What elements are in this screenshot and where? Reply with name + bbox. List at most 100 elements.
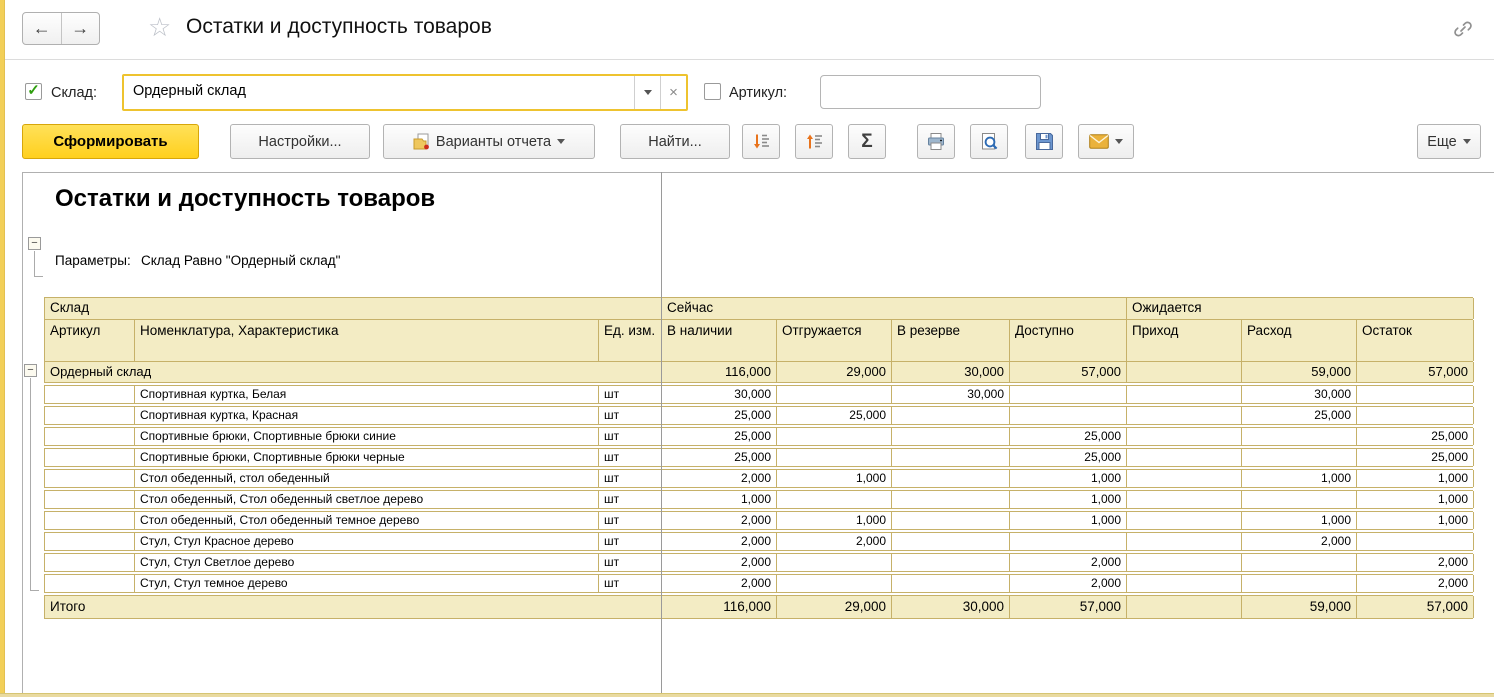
value-cell[interactable]: 2,000 <box>1010 554 1127 571</box>
value-cell[interactable] <box>1127 449 1242 466</box>
artikul-cell[interactable] <box>45 575 135 592</box>
value-cell[interactable] <box>892 512 1010 529</box>
value-cell[interactable] <box>1127 428 1242 445</box>
group-header-cell[interactable]: Склад <box>45 298 662 319</box>
save-button[interactable] <box>1025 124 1063 159</box>
table-row[interactable]: Стол обеденный, Стол обеденный темное де… <box>44 511 1474 530</box>
value-cell[interactable] <box>1357 533 1474 550</box>
get-link-icon[interactable] <box>1452 18 1474 45</box>
value-cell[interactable]: 25,000 <box>777 407 892 424</box>
column-header-cell[interactable]: Приход <box>1127 320 1242 361</box>
artikul-cell[interactable] <box>45 407 135 424</box>
value-cell[interactable]: 25,000 <box>1010 428 1127 445</box>
group-value-cell[interactable]: 29,000 <box>777 362 892 382</box>
value-cell[interactable] <box>892 428 1010 445</box>
value-cell[interactable]: 25,000 <box>662 449 777 466</box>
value-cell[interactable]: 1,000 <box>1242 512 1357 529</box>
value-cell[interactable] <box>1010 533 1127 550</box>
find-button[interactable]: Найти... <box>620 124 730 159</box>
table-row[interactable]: Спортивная куртка, Белая шт 30,000 30,000 30… <box>44 385 1474 404</box>
warehouse-combobox[interactable]: Ордерный склад × <box>122 74 688 111</box>
group-value-cell[interactable] <box>1127 362 1242 382</box>
table-row[interactable]: Спортивные брюки, Спортивные брюки синие… <box>44 427 1474 446</box>
value-cell[interactable] <box>1242 428 1357 445</box>
nomenclature-cell[interactable]: Стул, Стул темное дерево <box>135 575 599 592</box>
value-cell[interactable]: 1,000 <box>1357 512 1474 529</box>
value-cell[interactable]: 2,000 <box>662 554 777 571</box>
value-cell[interactable] <box>1357 407 1474 424</box>
value-cell[interactable] <box>777 449 892 466</box>
value-cell[interactable] <box>777 428 892 445</box>
total-row[interactable]: Итого 116,000 29,000 30,000 57,000 59,000 57,0… <box>44 595 1474 619</box>
table-row[interactable]: Спортивная куртка, Красная шт 25,000 25,000… <box>44 406 1474 425</box>
artikul-cell[interactable] <box>45 512 135 529</box>
artikul-cell[interactable] <box>45 428 135 445</box>
send-mail-button[interactable] <box>1078 124 1134 159</box>
warehouse-clear-button[interactable]: × <box>660 76 686 109</box>
group-value-cell[interactable]: 116,000 <box>662 362 777 382</box>
warehouse-filter-checkbox[interactable]: ✓ <box>25 83 42 100</box>
table-row[interactable]: Стул, Стул Светлое дерево шт 2,000 2,000 2,0… <box>44 553 1474 572</box>
column-header-cell[interactable]: Расход <box>1242 320 1357 361</box>
back-button[interactable]: ← <box>23 13 61 44</box>
value-cell[interactable] <box>1010 386 1127 403</box>
nomenclature-cell[interactable]: Спортивная куртка, Белая <box>135 386 599 403</box>
value-cell[interactable]: 25,000 <box>1242 407 1357 424</box>
value-cell[interactable] <box>777 575 892 592</box>
nomenclature-cell[interactable]: Стул, Стул Красное дерево <box>135 533 599 550</box>
value-cell[interactable]: 25,000 <box>1357 428 1474 445</box>
sum-button[interactable]: Σ <box>848 124 886 159</box>
value-cell[interactable] <box>1127 512 1242 529</box>
unit-cell[interactable]: шт <box>599 386 662 403</box>
value-cell[interactable] <box>892 470 1010 487</box>
group-value-cell[interactable]: 57,000 <box>1010 362 1127 382</box>
sort-ascending-button[interactable] <box>795 124 833 159</box>
report-variants-button[interactable]: Варианты отчета <box>383 124 595 159</box>
unit-cell[interactable]: шт <box>599 533 662 550</box>
value-cell[interactable]: 25,000 <box>1357 449 1474 466</box>
value-cell[interactable] <box>1010 407 1127 424</box>
artikul-cell[interactable] <box>45 449 135 466</box>
artikul-filter-checkbox[interactable] <box>704 83 721 100</box>
unit-cell[interactable]: шт <box>599 407 662 424</box>
unit-cell[interactable]: шт <box>599 428 662 445</box>
value-cell[interactable]: 2,000 <box>662 512 777 529</box>
total-value-cell[interactable]: 116,000 <box>662 596 777 618</box>
value-cell[interactable] <box>1127 491 1242 508</box>
value-cell[interactable] <box>1127 554 1242 571</box>
warehouse-combobox-value[interactable]: Ордерный склад <box>124 76 634 109</box>
value-cell[interactable] <box>1357 386 1474 403</box>
value-cell[interactable] <box>1127 407 1242 424</box>
table-group-header-row[interactable]: Склад Сейчас Ожидается <box>44 297 1474 319</box>
total-value-cell[interactable]: 57,000 <box>1357 596 1474 618</box>
value-cell[interactable] <box>1127 386 1242 403</box>
table-row[interactable]: Стул, Стул темное дерево шт 2,000 2,000 2,00… <box>44 574 1474 593</box>
column-header-cell[interactable]: В наличии <box>662 320 777 361</box>
group-header-cell[interactable]: Сейчас <box>662 298 1127 319</box>
artikul-cell[interactable] <box>45 554 135 571</box>
preview-button[interactable] <box>970 124 1008 159</box>
total-label-cell[interactable]: Итого <box>45 596 662 618</box>
nomenclature-cell[interactable]: Спортивные брюки, Спортивные брюки синие <box>135 428 599 445</box>
generate-report-button[interactable]: Сформировать <box>22 124 199 159</box>
value-cell[interactable]: 25,000 <box>662 407 777 424</box>
report-expander[interactable]: − <box>28 237 41 250</box>
value-cell[interactable]: 2,000 <box>777 533 892 550</box>
value-cell[interactable]: 1,000 <box>1010 491 1127 508</box>
nomenclature-cell[interactable]: Стул, Стул Светлое дерево <box>135 554 599 571</box>
table-column-header-row[interactable]: Артикул Номенклатура, Характеристика Ед. и… <box>44 319 1474 361</box>
value-cell[interactable]: 2,000 <box>662 533 777 550</box>
value-cell[interactable]: 2,000 <box>1357 575 1474 592</box>
artikul-input[interactable] <box>820 75 1041 109</box>
print-button[interactable] <box>917 124 955 159</box>
value-cell[interactable] <box>1242 554 1357 571</box>
favorite-star-icon[interactable]: ☆ <box>148 12 171 42</box>
value-cell[interactable]: 25,000 <box>1010 449 1127 466</box>
value-cell[interactable] <box>1127 470 1242 487</box>
value-cell[interactable]: 1,000 <box>1357 470 1474 487</box>
column-header-cell[interactable]: Отгружается <box>777 320 892 361</box>
value-cell[interactable]: 2,000 <box>1357 554 1474 571</box>
value-cell[interactable]: 1,000 <box>1010 470 1127 487</box>
unit-cell[interactable]: шт <box>599 554 662 571</box>
nomenclature-cell[interactable]: Стол обеденный, Стол обеденный темное де… <box>135 512 599 529</box>
